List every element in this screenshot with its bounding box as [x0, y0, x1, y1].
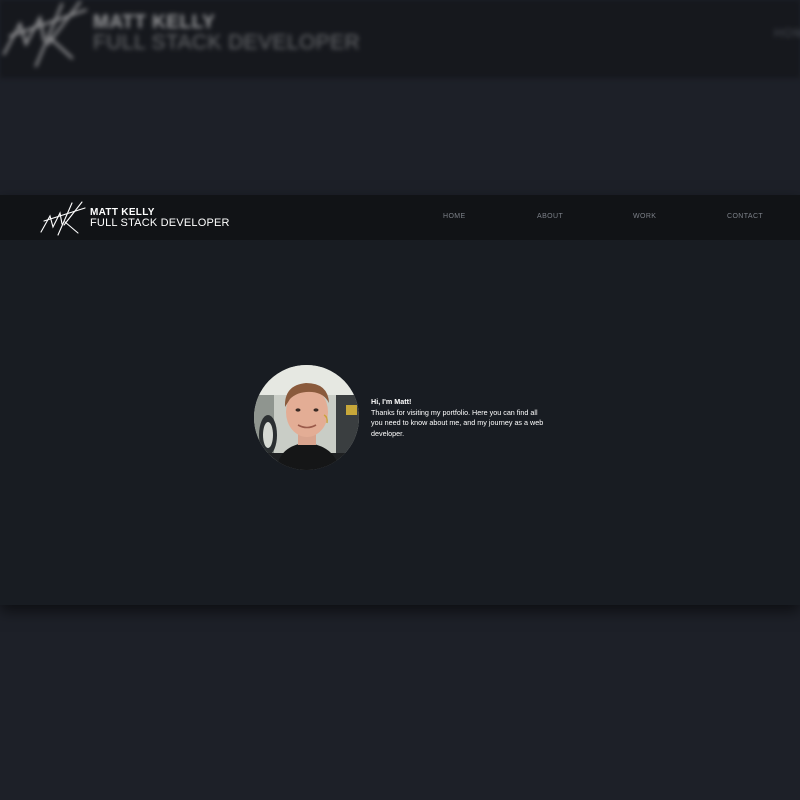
intro-heading: Hi, I'm Matt! [371, 397, 412, 406]
nav-contact[interactable]: CONTACT [727, 213, 763, 220]
nav-work[interactable]: WORK [633, 213, 656, 220]
intro-body: Thanks for visiting my portfolio. Here y… [371, 407, 544, 438]
profile-photo [254, 365, 359, 470]
mk-logo-icon[interactable] [38, 199, 88, 237]
navbar: MATT KELLY FULL STACK DEVELOPER HOME ABO… [0, 195, 800, 240]
background-logo-icon [2, 0, 88, 68]
brand-title: FULL STACK DEVELOPER [90, 217, 230, 229]
nav-home[interactable]: HOME [443, 213, 466, 220]
profile-avatar [254, 365, 359, 470]
background-header: MATT KELLY FULL STACK DEVELOPER HOM [0, 0, 800, 78]
nav-about[interactable]: ABOUT [537, 213, 563, 220]
background-nav-item: HOM [774, 26, 800, 40]
intro-text: Hi, I'm Matt! Thanks for visiting my por… [371, 397, 551, 439]
background-brand-title: FULL STACK DEVELOPER [93, 31, 361, 54]
portfolio-window: MATT KELLY FULL STACK DEVELOPER HOME ABO… [0, 195, 800, 605]
